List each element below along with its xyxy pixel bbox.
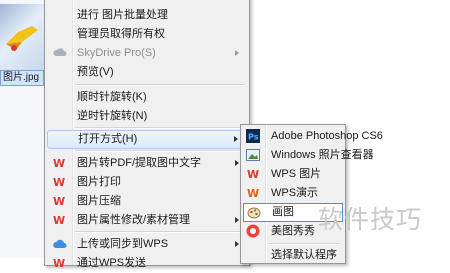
submenu-item-photoshop[interactable]: Ps Adobe Photoshop CS6 xyxy=(243,127,383,146)
menu-item-rotate-clockwise[interactable]: 顺时针旋转(K) xyxy=(47,88,247,107)
cloud-icon xyxy=(53,239,67,248)
menu-item-preview[interactable]: 预览(V) xyxy=(47,63,247,82)
submenu-arrow-icon xyxy=(235,160,239,166)
menu-separator xyxy=(75,84,245,86)
context-menu: 进行 图片批量处理 管理员取得所有权 SkyDrive Pro(S) 预览(V)… xyxy=(44,0,250,270)
menu-item-image-properties[interactable]: W 图片属性修改/素材管理 xyxy=(47,211,247,230)
wps-presentation-icon: W xyxy=(247,187,260,200)
menu-item-open-with[interactable]: 打开方式(H) xyxy=(47,130,247,149)
submenu-arrow-icon xyxy=(235,241,239,247)
wps-icon: W xyxy=(53,214,66,227)
wps-icon: W xyxy=(53,176,66,189)
menu-item-upload-sync-wps[interactable]: 上传或同步到WPS xyxy=(47,235,247,254)
image-file-icon xyxy=(6,26,38,51)
desktop-background-right xyxy=(272,0,450,124)
menu-item-rotate-counterclockwise[interactable]: 逆时针旋转(N) xyxy=(47,107,247,126)
menu-item-send-via-wps[interactable]: W 通过WPS发送 xyxy=(47,254,247,273)
menu-item-take-ownership[interactable]: 管理员取得所有权 xyxy=(47,25,247,44)
skydrive-icon xyxy=(53,48,67,56)
svg-text:Ps: Ps xyxy=(248,133,259,142)
menu-item-image-to-pdf[interactable]: W 图片转PDF/提取图中文字 xyxy=(47,154,247,173)
watermark-text: 软件技巧 xyxy=(318,205,423,234)
photo-viewer-icon xyxy=(246,149,260,161)
menu-item-image-print[interactable]: W 图片打印 xyxy=(47,173,247,192)
wps-icon: W xyxy=(247,168,260,181)
wps-icon: W xyxy=(53,157,66,170)
menu-separator xyxy=(75,231,245,233)
menu-separator xyxy=(75,127,245,129)
wps-icon: W xyxy=(53,195,66,208)
meitu-icon xyxy=(246,224,260,238)
menu-item-skydrive-pro[interactable]: SkyDrive Pro(S) xyxy=(47,44,247,63)
submenu-arrow-icon xyxy=(235,50,239,56)
submenu-arrow-icon xyxy=(234,136,238,142)
menu-separator xyxy=(269,243,341,245)
menu-separator xyxy=(75,150,245,152)
submenu-item-wps-image[interactable]: W WPS 图片 xyxy=(243,165,343,184)
menu-item-image-compress[interactable]: W 图片压缩 xyxy=(47,192,247,211)
photoshop-icon: Ps xyxy=(246,129,260,143)
submenu-arrow-icon xyxy=(235,217,239,223)
menu-item-batch-process[interactable]: 进行 图片批量处理 xyxy=(47,6,247,25)
file-name-label[interactable]: 图片.jpg xyxy=(0,70,44,86)
file-thumbnail[interactable] xyxy=(0,4,44,70)
wps-icon: W xyxy=(53,257,66,270)
open-with-submenu: Ps Adobe Photoshop CS6 Windows 照片查看器 W W… xyxy=(240,124,383,265)
submenu-item-photo-viewer[interactable]: Windows 照片查看器 xyxy=(243,146,374,165)
submenu-item-choose-default[interactable]: 选择默认程序 xyxy=(243,246,343,265)
paint-icon xyxy=(247,207,261,219)
